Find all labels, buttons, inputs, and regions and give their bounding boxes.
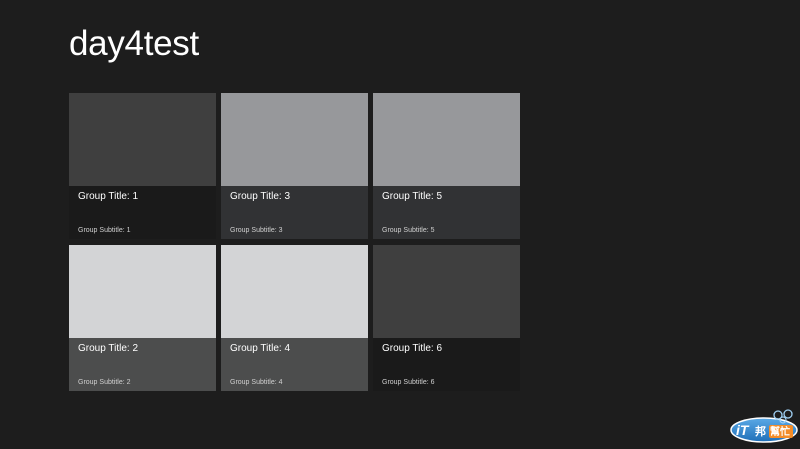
tile-image xyxy=(69,245,216,338)
group-tile-6[interactable]: Group Title: 6 Group Subtitle: 6 xyxy=(373,245,520,391)
tile-image xyxy=(221,93,368,186)
app-window: day4test Group Title: 1 Group Subtitle: … xyxy=(0,0,800,449)
ithome-logo-icon: iT 邦 幫忙 xyxy=(730,409,798,443)
group-tile-1[interactable]: Group Title: 1 Group Subtitle: 1 xyxy=(69,93,216,239)
group-tile-5[interactable]: Group Title: 5 Group Subtitle: 5 xyxy=(373,93,520,239)
page-title: day4test xyxy=(69,24,199,63)
group-grid: Group Title: 1 Group Subtitle: 1 Group T… xyxy=(69,93,520,391)
tile-title: Group Title: 4 xyxy=(230,343,291,354)
svg-text:幫忙: 幫忙 xyxy=(770,425,790,438)
tile-image xyxy=(373,245,520,338)
tile-subtitle: Group Subtitle: 5 xyxy=(382,227,435,234)
tile-image xyxy=(69,93,216,186)
svg-text:邦: 邦 xyxy=(755,424,766,438)
tile-title: Group Title: 2 xyxy=(78,343,139,354)
group-tile-2[interactable]: Group Title: 2 Group Subtitle: 2 xyxy=(69,245,216,391)
tile-image xyxy=(221,245,368,338)
tile-subtitle: Group Subtitle: 4 xyxy=(230,379,283,386)
tile-title: Group Title: 6 xyxy=(382,343,443,354)
tile-title: Group Title: 5 xyxy=(382,191,443,202)
svg-text:iT: iT xyxy=(736,422,750,438)
tile-subtitle: Group Subtitle: 3 xyxy=(230,227,283,234)
tile-title: Group Title: 1 xyxy=(78,191,139,202)
tile-subtitle: Group Subtitle: 1 xyxy=(78,227,131,234)
tile-image xyxy=(373,93,520,186)
tile-subtitle: Group Subtitle: 2 xyxy=(78,379,131,386)
tile-title: Group Title: 3 xyxy=(230,191,291,202)
group-tile-4[interactable]: Group Title: 4 Group Subtitle: 4 xyxy=(221,245,368,391)
tile-subtitle: Group Subtitle: 6 xyxy=(382,379,435,386)
group-tile-3[interactable]: Group Title: 3 Group Subtitle: 3 xyxy=(221,93,368,239)
